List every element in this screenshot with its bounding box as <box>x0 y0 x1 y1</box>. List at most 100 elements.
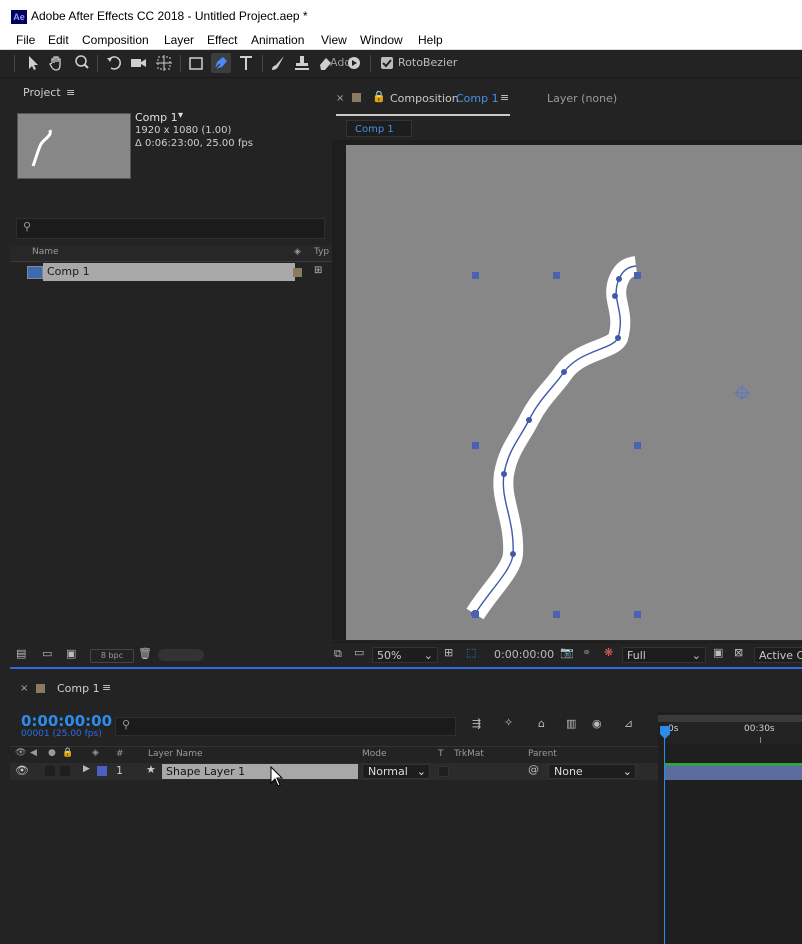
time-graph-area[interactable] <box>658 712 802 944</box>
grid-guides-icon[interactable]: ⊞ <box>444 646 453 659</box>
rotobezier-checkbox[interactable] <box>381 57 393 69</box>
lock-toggle[interactable] <box>60 766 70 776</box>
table-row[interactable]: 👁 ▶ 1 ★ Shape Layer 1 Normal ⌄ @ None ⌄ <box>10 763 658 780</box>
project-item-name[interactable]: Comp 1 <box>43 263 295 281</box>
list-item[interactable]: Comp 1 ⊞ <box>10 263 332 281</box>
bounding-handle <box>472 611 479 618</box>
audio-icon[interactable]: ◀ <box>30 748 37 758</box>
close-icon[interactable]: × <box>336 93 344 104</box>
column-parent[interactable]: Parent <box>528 749 557 759</box>
menu-view[interactable]: View <box>321 33 347 47</box>
graph-editor-icon[interactable]: ⊿ <box>624 717 633 730</box>
menu-edit[interactable]: Edit <box>48 33 69 47</box>
bit-depth-button[interactable]: 8 bpc <box>90 649 134 663</box>
solo-toggle[interactable] <box>45 766 55 776</box>
preserve-transparency-checkbox[interactable] <box>438 766 449 777</box>
camera-dropdown[interactable]: Active C <box>754 647 802 663</box>
show-snapshot-icon[interactable]: ⚭ <box>582 646 591 659</box>
zoom-dropdown[interactable]: 50% ⌄ <box>372 647 438 663</box>
pick-whip-icon[interactable]: @ <box>528 763 539 776</box>
composition-mini-flowchart-icon[interactable]: ⇶ <box>472 717 481 730</box>
resolution-dropdown[interactable]: Full ⌄ <box>622 647 706 663</box>
visibility-eye-icon[interactable]: 👁 <box>15 764 29 777</box>
column-number[interactable]: # <box>116 749 124 759</box>
comp-navigator-tab[interactable]: Comp 1 <box>346 120 412 137</box>
label-tag-icon[interactable]: ◈ <box>294 247 301 257</box>
new-folder-icon[interactable]: ▭ <box>42 647 52 660</box>
timeline-tab[interactable]: Comp 1 <box>57 682 100 695</box>
type-icon[interactable] <box>236 53 256 73</box>
clone-stamp-icon[interactable] <box>292 53 312 73</box>
parent-dropdown[interactable]: None ⌄ <box>548 764 636 779</box>
menu-help[interactable]: Help <box>418 33 443 47</box>
brush-icon[interactable] <box>268 53 288 73</box>
lock-icon[interactable]: 🔒 <box>372 90 386 103</box>
region-of-interest-icon[interactable]: ▣ <box>713 646 723 659</box>
menu-layer[interactable]: Layer <box>164 33 194 47</box>
layer-name-field[interactable]: Shape Layer 1 <box>162 764 358 779</box>
menu-animation[interactable]: Animation <box>251 33 304 47</box>
column-type[interactable]: Typ <box>314 247 329 257</box>
comp-name-label[interactable]: Comp 1 <box>135 111 178 124</box>
column-trkmat[interactable]: TrkMat <box>454 749 484 759</box>
time-ruler[interactable]: 0s 00:30s <box>664 722 802 744</box>
channel-icon[interactable]: ❋ <box>604 646 613 659</box>
timeline-search-input[interactable]: ⚲ <box>115 717 456 736</box>
current-time-indicator[interactable] <box>664 728 665 944</box>
composition-tab-name[interactable]: Comp 1 <box>456 92 499 105</box>
always-preview-icon[interactable]: ⧉ <box>334 647 342 661</box>
frame-blending-icon[interactable]: ▥ <box>566 717 576 730</box>
add-vertex-dropdown-icon[interactable] <box>348 57 360 69</box>
current-time-display[interactable]: 0:00:00:00 <box>21 712 112 730</box>
column-layer-name[interactable]: Layer Name <box>148 749 203 759</box>
viewer-timecode[interactable]: 0:00:00:00 <box>494 648 554 661</box>
rectangle-icon[interactable] <box>186 53 206 73</box>
solo-icon[interactable]: ● <box>48 748 56 758</box>
expand-arrow-icon[interactable]: ▶ <box>83 764 90 774</box>
hand-icon[interactable] <box>46 53 66 73</box>
comp-dropdown-icon[interactable]: ▾ <box>178 110 183 121</box>
work-area-bar[interactable] <box>658 715 802 722</box>
monitor-icon[interactable]: ▭ <box>354 646 364 659</box>
panel-menu-icon[interactable]: ≡ <box>500 91 509 104</box>
lock-icon[interactable]: 🔒 <box>62 748 73 758</box>
toggle-transparency-icon[interactable]: ⊠ <box>734 646 743 659</box>
layer-duration-bar[interactable] <box>664 763 802 780</box>
camera-icon[interactable] <box>128 53 148 73</box>
transparency-grid-icon[interactable]: ⬚ <box>466 646 476 659</box>
rotate-icon[interactable] <box>104 53 124 73</box>
project-search-input[interactable]: ⚲ <box>16 218 325 239</box>
layer-tab[interactable]: Layer (none) <box>547 92 617 105</box>
pan-behind-icon[interactable] <box>154 53 174 73</box>
menu-effect[interactable]: Effect <box>207 33 237 47</box>
motion-blur-icon[interactable]: ◉ <box>592 717 602 730</box>
trash-icon[interactable]: 🗑 <box>138 647 152 660</box>
composition-tab-prefix[interactable]: Composition <box>390 92 459 105</box>
menu-window[interactable]: Window <box>360 33 403 47</box>
blend-mode-dropdown[interactable]: Normal ⌄ <box>362 764 430 779</box>
shy-layers-icon[interactable]: ⌂ <box>538 717 545 730</box>
menu-composition[interactable]: Composition <box>82 33 149 47</box>
thumbnail-slider[interactable] <box>158 649 204 661</box>
zoom-icon[interactable] <box>72 53 92 73</box>
column-mode[interactable]: Mode <box>362 749 387 759</box>
selection-icon[interactable] <box>22 53 42 73</box>
video-eye-icon[interactable]: 👁 <box>15 748 26 758</box>
playhead-icon[interactable] <box>659 726 671 743</box>
column-t[interactable]: T <box>438 749 444 759</box>
label-color-swatch[interactable] <box>293 268 302 277</box>
project-tab[interactable]: Project <box>23 86 61 99</box>
column-name[interactable]: Name <box>32 247 59 257</box>
pen-icon[interactable] <box>211 53 231 73</box>
menu-file[interactable]: File <box>16 33 35 47</box>
new-composition-icon[interactable]: ▣ <box>66 647 76 660</box>
panel-menu-icon[interactable]: ≡ <box>102 681 111 694</box>
interpret-footage-icon[interactable]: ▤ <box>16 647 26 660</box>
close-icon[interactable]: × <box>20 683 28 694</box>
draft-3d-icon[interactable]: ✧ <box>504 716 513 729</box>
composition-canvas[interactable] <box>346 145 802 640</box>
layer-label-color[interactable] <box>97 766 107 776</box>
project-menu-icon[interactable]: ≡ <box>66 86 75 99</box>
label-tag-icon[interactable]: ◈ <box>92 748 99 758</box>
snapshot-icon[interactable]: 📷 <box>560 646 574 659</box>
